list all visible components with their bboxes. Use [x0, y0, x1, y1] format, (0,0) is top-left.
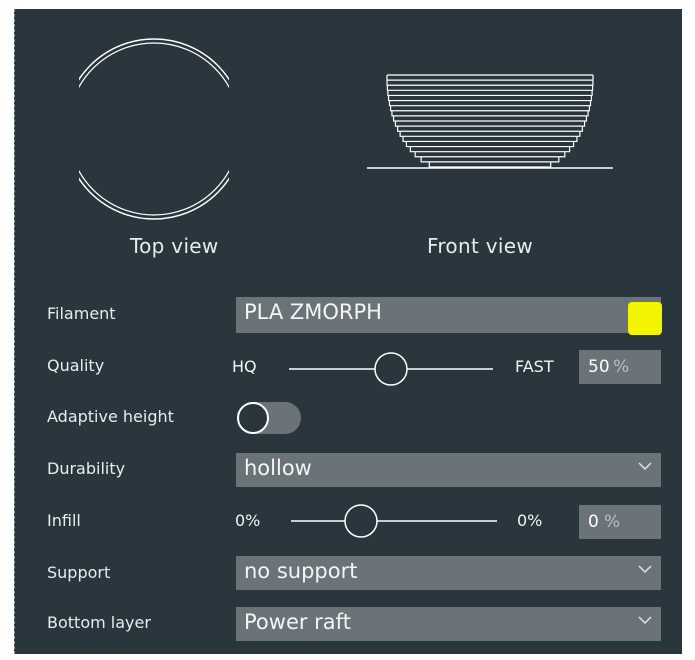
durability-select[interactable]: hollow: [236, 453, 661, 487]
bottom-layer-value: Power raft: [244, 610, 351, 634]
support-value: no support: [244, 559, 358, 583]
top-view-preview: [79, 38, 229, 220]
support-select[interactable]: no support: [236, 556, 661, 590]
durability-label: Durability: [47, 459, 126, 478]
front-view-preview: [367, 74, 613, 169]
front-view-label: Front view: [427, 234, 533, 258]
quality-slider[interactable]: [287, 351, 497, 387]
chevron-down-icon: [638, 616, 652, 625]
chevron-down-icon: [638, 462, 652, 471]
quality-max-label: FAST: [515, 357, 554, 376]
durability-value: hollow: [244, 456, 312, 480]
infill-value: 0: [588, 512, 599, 532]
infill-label: Infill: [47, 511, 81, 530]
slider-handle: [374, 352, 408, 386]
adaptive-height-label: Adaptive height: [47, 407, 174, 426]
quality-value-field[interactable]: 50 %: [579, 350, 661, 384]
slider-handle: [344, 504, 378, 538]
infill-value-field[interactable]: 0 %: [579, 505, 661, 539]
print-settings-panel: Top view Front view Filament PLA ZMORPH …: [14, 9, 682, 654]
quality-value: 50: [588, 357, 610, 377]
quality-unit: %: [613, 357, 630, 377]
infill-min-label: 0%: [235, 511, 261, 530]
top-view-label: Top view: [130, 234, 219, 258]
support-label: Support: [47, 563, 111, 582]
infill-max-label: 0%: [517, 511, 543, 530]
quality-label: Quality: [47, 356, 105, 375]
adaptive-height-toggle[interactable]: [235, 400, 303, 436]
infill-slider[interactable]: [289, 503, 501, 539]
bottom-layer-label: Bottom layer: [47, 613, 151, 632]
chevron-down-icon: [638, 565, 652, 574]
toggle-knob: [237, 402, 269, 434]
bottom-layer-select[interactable]: Power raft: [236, 607, 661, 641]
filament-select[interactable]: PLA ZMORPH: [236, 297, 661, 333]
filament-value: PLA ZMORPH: [244, 300, 382, 324]
quality-min-label: HQ: [232, 357, 257, 376]
filament-color-swatch[interactable]: [628, 302, 662, 335]
filament-label: Filament: [47, 304, 116, 323]
infill-unit: %: [604, 512, 621, 532]
